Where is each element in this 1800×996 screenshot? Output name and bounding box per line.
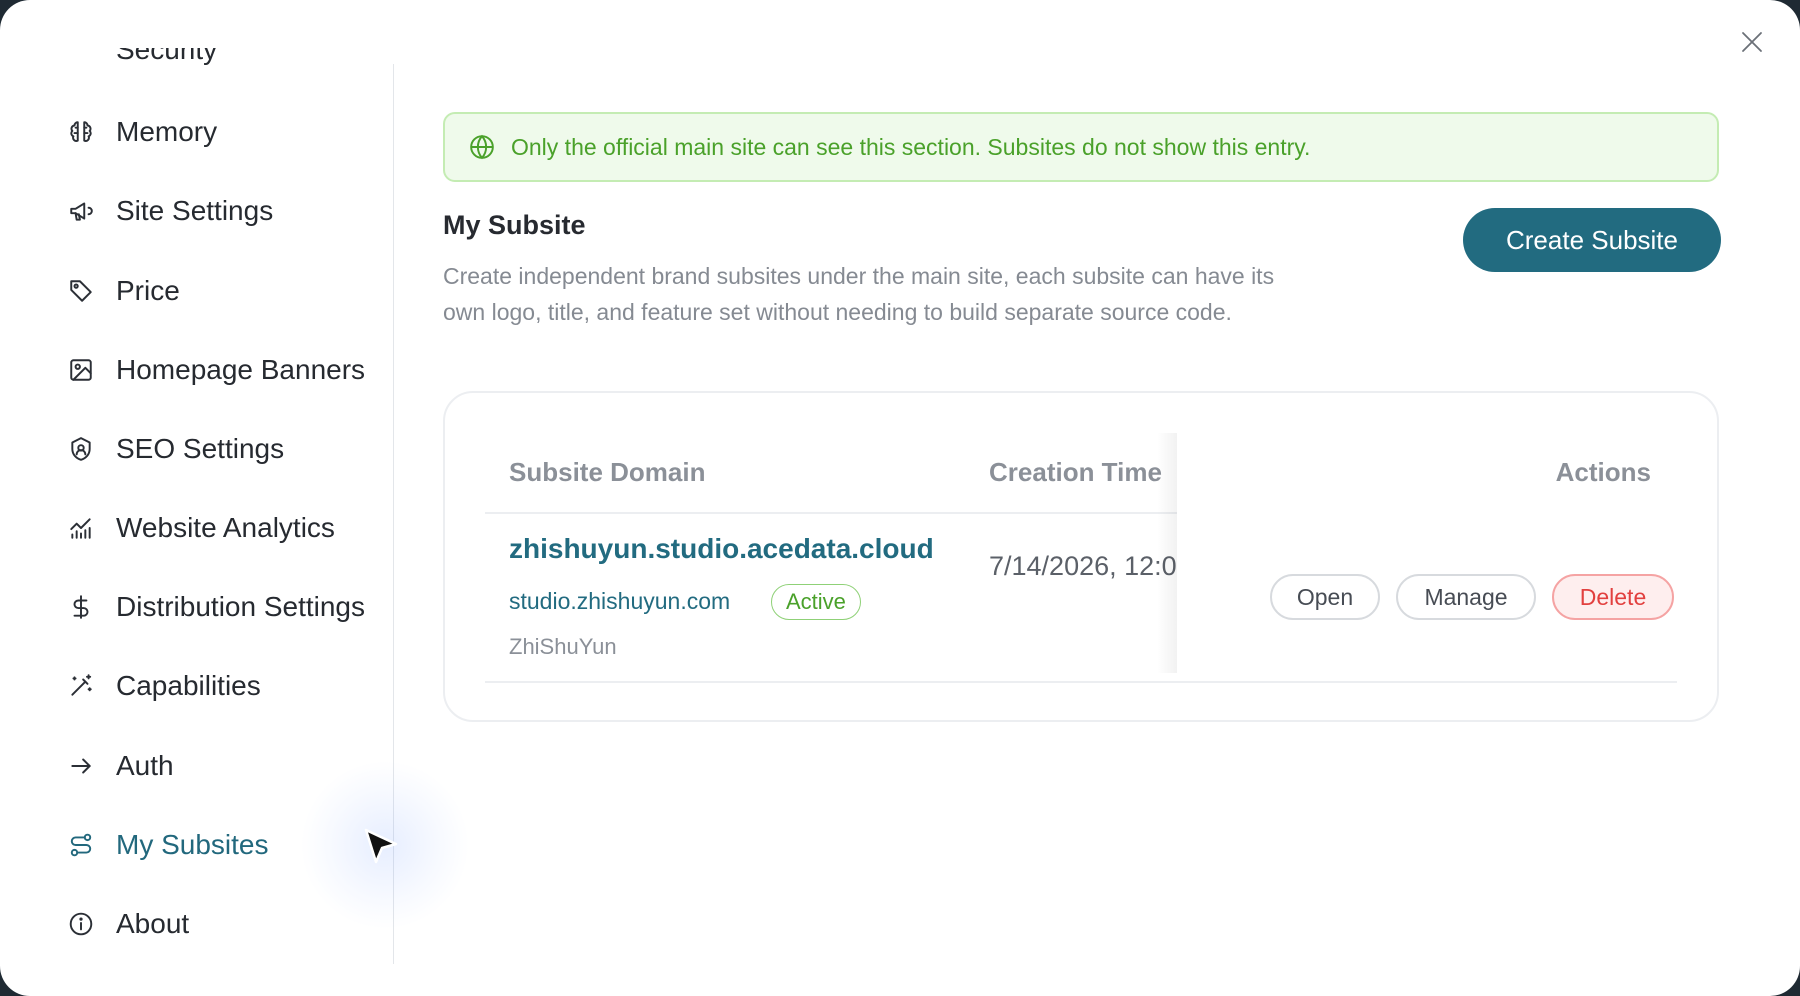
brain-icon xyxy=(66,117,96,147)
mouse-pointer-icon xyxy=(364,828,400,873)
sidebar-item-label: Website Analytics xyxy=(116,512,335,543)
sidebar-item-seo-settings[interactable]: SEO Settings xyxy=(66,425,284,473)
megaphone-icon xyxy=(66,196,96,226)
sidebar-item-memory[interactable]: Memory xyxy=(66,108,217,156)
sidebar-item-price[interactable]: Price xyxy=(66,267,180,315)
open-button[interactable]: Open xyxy=(1270,574,1380,620)
create-subsite-button[interactable]: Create Subsite xyxy=(1463,208,1721,272)
settings-modal: Security Memory Site Settings Price Home xyxy=(0,0,1800,996)
column-header-creation-time[interactable]: Creation Time xyxy=(989,457,1162,488)
sidebar-item-partial[interactable]: Security xyxy=(72,48,252,70)
sidebar-item-label: Homepage Banners xyxy=(116,354,366,385)
sidebar-item-about[interactable]: About xyxy=(66,900,189,948)
sidebar-item-auth[interactable]: Auth xyxy=(66,742,174,790)
sidebar-item-capabilities[interactable]: Capabilities xyxy=(66,662,261,710)
sidebar-item-label: Capabilities xyxy=(116,670,261,701)
fixed-column-shadow xyxy=(1157,433,1179,673)
subsite-name: ZhiShuYun xyxy=(509,634,617,659)
sidebar-item-label: SEO Settings xyxy=(116,433,285,464)
arrow-right-icon xyxy=(66,751,96,781)
manage-button[interactable]: Manage xyxy=(1396,574,1536,620)
image-icon xyxy=(66,355,96,385)
row-divider xyxy=(485,681,1677,683)
sidebar-item-label: Site Settings xyxy=(116,195,274,226)
subsites-table-card: Subsite Domain Creation Time 7/14/2026, … xyxy=(443,391,1719,722)
sidebar-item-label: Distribution Settings xyxy=(116,591,366,622)
sidebar-item-homepage-banners[interactable]: Homepage Banners xyxy=(66,346,365,394)
custom-domain-link[interactable]: studio.zhishuyun.com xyxy=(509,588,730,615)
sidebar-item-website-analytics[interactable]: Website Analytics xyxy=(66,504,335,552)
delete-button[interactable]: Delete xyxy=(1552,574,1674,620)
notice-banner: Only the official main site can see this… xyxy=(443,112,1719,182)
info-icon xyxy=(66,909,96,939)
shield-icon xyxy=(66,434,96,464)
sidebar-item-label: Auth xyxy=(116,750,174,781)
creation-time-column: Creation Time 7/14/2026, 12:00:00 AM xyxy=(989,433,1177,673)
status-badge: Active xyxy=(771,584,861,620)
close-button[interactable] xyxy=(1736,26,1768,58)
close-icon xyxy=(1742,32,1762,52)
section-description: Create independent brand subsites under … xyxy=(443,263,1275,325)
sidebar-item-label: Price xyxy=(116,275,180,306)
section-title: My Subsite xyxy=(443,210,586,240)
column-header-actions: Actions xyxy=(1555,457,1651,487)
sidebar-item-label: Memory xyxy=(116,116,218,147)
sidebar-item-my-subsites[interactable]: My Subsites xyxy=(66,821,269,869)
creation-time-cell: 7/14/2026, 12:00:00 AM xyxy=(989,551,1177,581)
sidebar-item-label: Security xyxy=(116,48,218,65)
actions-column: Actions Open Manage Delete xyxy=(1177,433,1677,673)
sidebar-item-distribution-settings[interactable]: Distribution Settings xyxy=(66,583,365,631)
subsite-domain-link[interactable]: zhishuyun.studio.acedata.cloud xyxy=(509,533,934,565)
notice-text: Only the official main site can see this… xyxy=(511,133,1311,160)
column-header-domain[interactable]: Subsite Domain xyxy=(509,457,705,488)
chart-icon xyxy=(66,513,96,543)
magic-wand-icon xyxy=(66,671,96,701)
sidebar-item-site-settings[interactable]: Site Settings xyxy=(66,187,273,235)
route-icon xyxy=(66,830,96,860)
globe-icon xyxy=(469,134,495,160)
sidebar-item-label: My Subsites xyxy=(116,829,269,860)
dollar-icon xyxy=(66,592,96,622)
tag-icon xyxy=(66,276,96,306)
sidebar-item-label: About xyxy=(116,908,190,939)
